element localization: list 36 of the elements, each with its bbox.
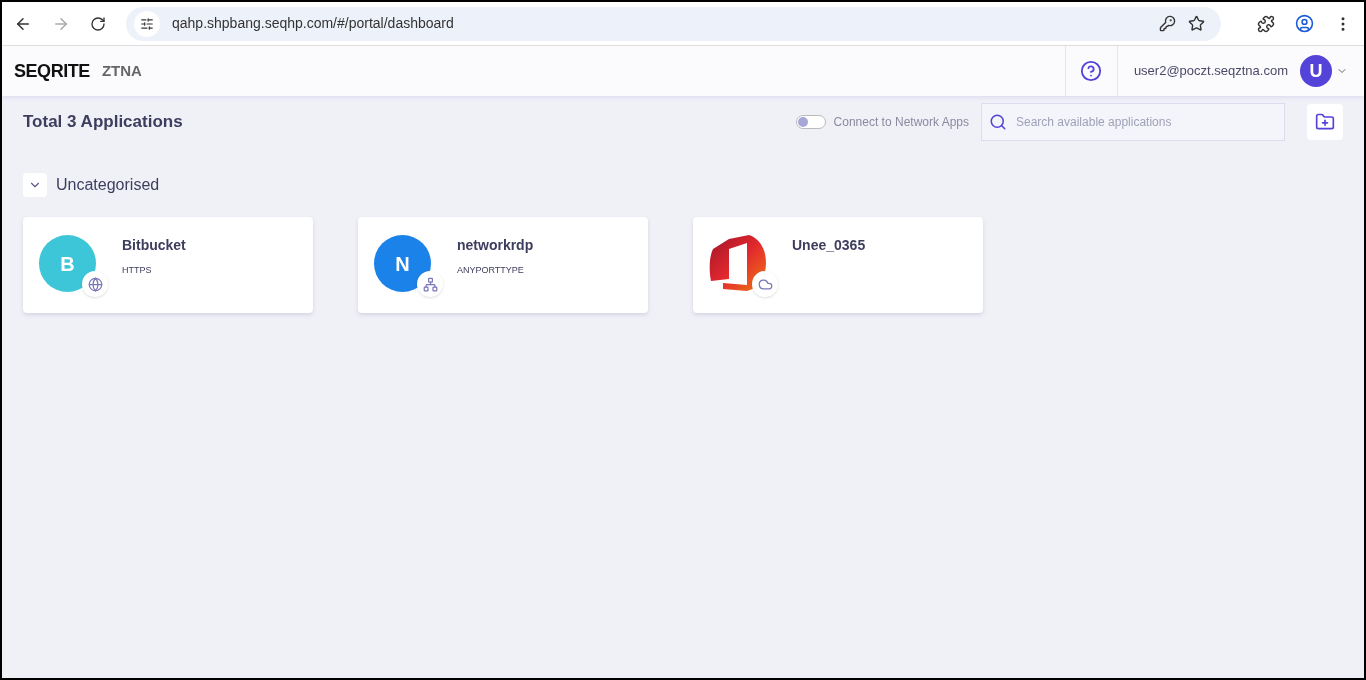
page-title: Total 3 Applications xyxy=(23,111,184,134)
office-logo xyxy=(709,235,766,292)
network-icon xyxy=(422,276,438,292)
user-email[interactable]: user2@poczt.seqztna.com xyxy=(1133,61,1288,81)
extensions-icon[interactable] xyxy=(1257,14,1275,33)
user-avatar[interactable]: U xyxy=(1300,55,1332,87)
search-field[interactable]: Search available applications xyxy=(981,103,1285,141)
app-name: Unee_0365 xyxy=(792,236,866,255)
url-text: qahp.shpbang.seqhp.com/#/portal/dashboard xyxy=(172,14,455,33)
profile-icon[interactable] xyxy=(1295,14,1314,33)
address-bar[interactable]: qahp.shpbang.seqhp.com/#/portal/dashboard xyxy=(126,6,1221,41)
category-title: Uncategorised xyxy=(56,175,160,195)
cloud-icon xyxy=(757,276,773,292)
help-icon[interactable] xyxy=(1080,60,1103,82)
search-icon xyxy=(989,113,1007,131)
folder-plus-icon xyxy=(1315,112,1335,132)
app-card[interactable]: Unee_0365 xyxy=(693,217,983,313)
app-avatar: N xyxy=(374,235,431,292)
toggle-switch[interactable] xyxy=(795,115,826,129)
star-icon[interactable] xyxy=(1188,15,1205,32)
app-card[interactable]: B Bitbucket HTTPS xyxy=(23,217,313,313)
toggle-label: Connect to Network Apps xyxy=(833,114,969,131)
globe-icon xyxy=(87,276,103,292)
site-settings-icon[interactable] xyxy=(140,16,154,31)
add-folder-button[interactable] xyxy=(1307,104,1343,140)
app-avatar: B xyxy=(39,235,96,292)
app-name: Bitbucket xyxy=(122,236,186,255)
app-name: networkrdp xyxy=(457,236,534,255)
app-card[interactable]: N networkrdp ANYPORTTYPE xyxy=(358,217,648,313)
brand-logo: SEQRITE xyxy=(14,59,90,83)
app-protocol: ANYPORTTYPE xyxy=(457,264,525,277)
collapse-button[interactable] xyxy=(23,173,47,197)
app-protocol: HTTPS xyxy=(122,264,153,277)
key-icon[interactable] xyxy=(1159,15,1176,32)
product-name: ZTNA xyxy=(101,60,142,81)
reload-icon[interactable] xyxy=(90,15,106,32)
